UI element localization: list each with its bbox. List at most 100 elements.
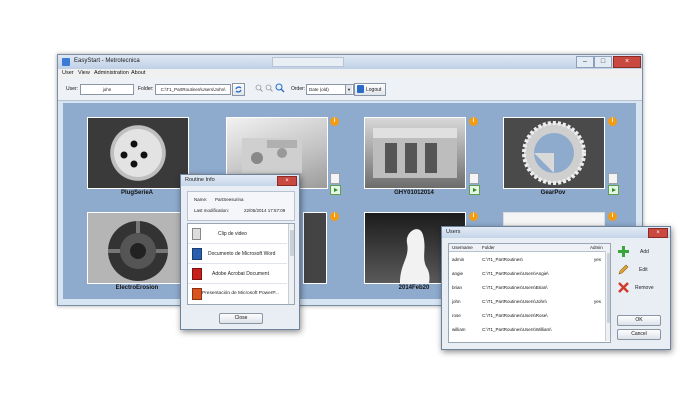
info-icon[interactable]: i	[469, 117, 478, 126]
users-dialog: Users × Username Folder Admin admin C:\T…	[441, 226, 671, 350]
attachment-item[interactable]: Adobe Acrobat Document	[188, 264, 287, 284]
scrollbar[interactable]	[288, 224, 294, 304]
remove-button[interactable]: Remove	[616, 281, 664, 295]
column-header-username[interactable]: Username	[452, 245, 473, 250]
minimize-button[interactable]: –	[576, 56, 594, 68]
dialog-title-bar: Users ×	[442, 227, 670, 238]
info-icon[interactable]: i	[330, 117, 339, 126]
table-header: Username Folder Admin	[449, 244, 610, 252]
title-search-box[interactable]	[272, 57, 344, 67]
user-field: john	[80, 84, 134, 95]
zoom-reset-icon[interactable]	[265, 84, 273, 92]
info-icon[interactable]: i	[330, 212, 339, 221]
username-cell: rose	[452, 313, 461, 318]
part-thumbnail[interactable]	[87, 117, 189, 189]
folder-cell: C:\T1_PartRoutines\Users\Rose\	[482, 313, 548, 318]
part-thumbnail[interactable]	[364, 117, 466, 189]
title-bar: EasyStart - Metrotecnica – □ ×	[58, 55, 642, 69]
info-icon[interactable]: i	[469, 212, 478, 221]
attachment-item[interactable]: Clip de video	[188, 224, 287, 244]
attachments-list: Clip de video Documento de Microsoft Wor…	[187, 223, 295, 305]
attachment-label: Presentación de Microsoft PowerP...	[202, 291, 279, 296]
zoom-out-icon[interactable]	[255, 84, 263, 92]
attachment-item[interactable]: Documento de Microsoft Word	[188, 244, 287, 264]
attachment-label: Clip de video	[218, 231, 247, 237]
edit-button[interactable]: Edit	[616, 263, 664, 277]
menu-about[interactable]: About	[131, 70, 145, 76]
close-icon[interactable]: ×	[648, 228, 668, 238]
info-icon[interactable]: i	[608, 212, 617, 221]
edit-label: Edit	[639, 267, 648, 273]
info-icon[interactable]: i	[608, 117, 617, 126]
refresh-icon	[235, 86, 242, 93]
folder-field: C:\T1_PartRoutines\Users\John\	[155, 84, 231, 95]
username-cell: admin	[452, 257, 465, 262]
pencil-icon	[618, 264, 629, 275]
document-icon[interactable]	[330, 173, 340, 184]
remove-label: Remove	[635, 285, 654, 291]
zoom-in-icon[interactable]	[275, 83, 285, 93]
column-header-folder[interactable]: Folder	[482, 245, 495, 250]
username-cell: angie	[452, 271, 464, 276]
username-cell: john	[452, 299, 461, 304]
table-row[interactable]: angie C:\T1_PartRoutines\Users\Angie\	[449, 267, 605, 280]
folder-cell: C:\T1_PartRoutines\Users\Angie\	[482, 271, 549, 276]
scrollbar[interactable]	[605, 251, 610, 341]
word-file-icon	[192, 248, 202, 260]
user-label: User:	[66, 86, 78, 92]
document-icon[interactable]	[469, 173, 479, 184]
dialog-title: Users	[446, 229, 461, 235]
ok-button[interactable]: OK	[617, 315, 661, 326]
routine-info-dialog: Routine Info × Name: PartSeesurina Last …	[180, 174, 300, 330]
plus-icon	[618, 246, 629, 257]
add-button[interactable]: Add	[616, 245, 664, 259]
powerpoint-file-icon	[192, 288, 202, 300]
order-select[interactable]: Date (old) ▼	[306, 84, 354, 95]
logout-button[interactable]: Logout	[354, 83, 386, 96]
menu-administration[interactable]: Administration	[94, 70, 129, 76]
toolbar: User: john Folder: C:\T1_PartRoutines\Us…	[58, 78, 642, 101]
document-icon[interactable]	[608, 173, 618, 184]
part-thumbnail[interactable]	[303, 212, 327, 284]
column-header-admin[interactable]: Admin	[590, 245, 603, 250]
table-row[interactable]: admin C:\T1_PartRoutines\ yes	[449, 253, 605, 266]
admin-cell: yes	[594, 257, 602, 262]
last-modification-value: 22/05/2014 17:57:09	[244, 208, 286, 213]
play-icon[interactable]	[608, 185, 619, 195]
part-thumbnail[interactable]	[503, 212, 605, 226]
table-row[interactable]: brian C:\T1_PartRoutines\Users\Brian\	[449, 281, 605, 294]
name-value: PartSeesurina	[215, 197, 244, 202]
menu-view[interactable]: View	[78, 70, 90, 76]
folder-cell: C:\T1_PartRoutines\Users\Brian\	[482, 285, 548, 290]
refresh-button[interactable]	[232, 83, 245, 96]
attachment-item[interactable]: Presentación de Microsoft PowerP...	[188, 284, 287, 303]
table-row[interactable]: rose C:\T1_PartRoutines\Users\Rose\	[449, 309, 605, 322]
close-button[interactable]: Close	[219, 313, 263, 324]
chevron-down-icon: ▼	[345, 85, 352, 94]
app-icon	[62, 58, 70, 66]
part-thumbnail[interactable]	[503, 117, 605, 189]
video-file-icon	[192, 228, 201, 240]
scrollbar-thumb[interactable]	[289, 230, 294, 256]
menu-bar: User View Administration About	[58, 69, 642, 78]
table-row[interactable]: william C:\T1_PartRoutines\Users\William…	[449, 323, 605, 336]
folder-cell: C:\T1_PartRoutines\	[482, 257, 523, 262]
folder-cell: C:\T1_PartRoutines\Users\William\	[482, 327, 552, 332]
users-table: Username Folder Admin admin C:\T1_PartRo…	[448, 243, 611, 343]
close-icon[interactable]: ×	[277, 176, 297, 186]
maximize-button[interactable]: □	[594, 56, 612, 68]
dialog-title: Routine Info	[185, 177, 215, 183]
play-icon[interactable]	[330, 185, 341, 195]
cancel-button[interactable]: Cancel	[617, 329, 661, 340]
scrollbar-thumb[interactable]	[606, 253, 610, 323]
table-row[interactable]: john C:\T1_PartRoutines\Users\John\ yes	[449, 295, 605, 308]
username-cell: william	[452, 327, 466, 332]
add-label: Add	[640, 249, 649, 255]
menu-user[interactable]: User	[62, 70, 74, 76]
play-icon[interactable]	[469, 185, 480, 195]
part-name: ElectroErosion	[115, 285, 159, 291]
part-thumbnail[interactable]	[87, 212, 189, 284]
logout-icon	[357, 85, 364, 93]
delete-x-icon	[618, 282, 629, 293]
close-window-button[interactable]: ×	[613, 56, 641, 68]
